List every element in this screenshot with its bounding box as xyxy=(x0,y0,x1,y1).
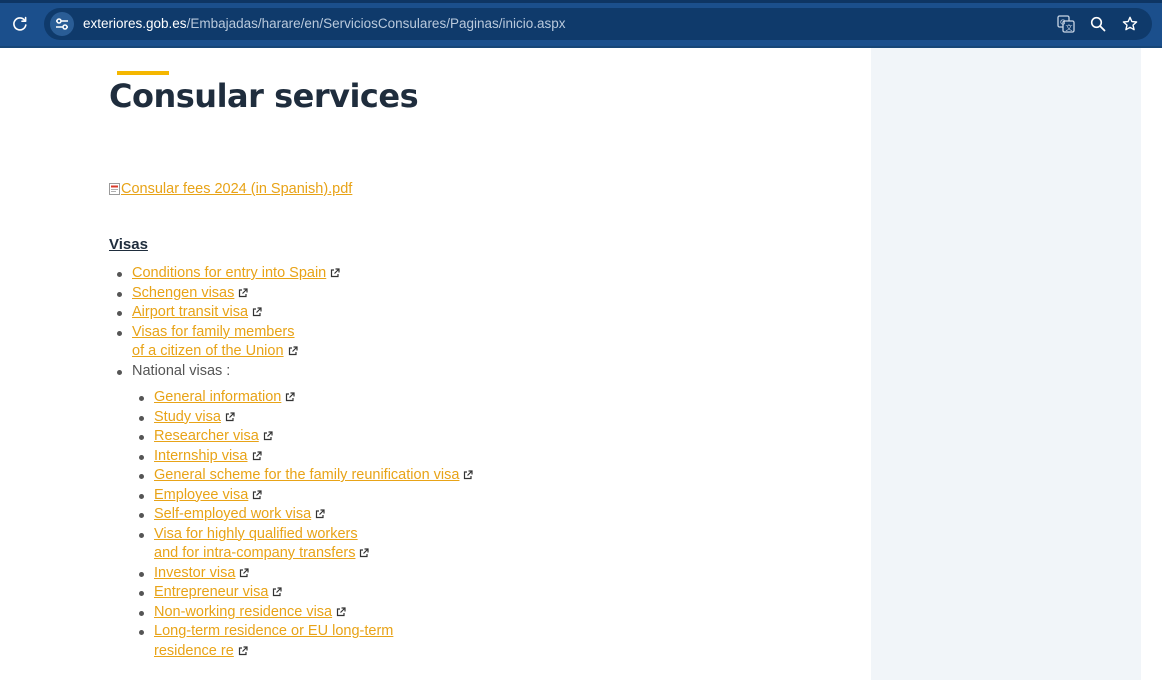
external-link-icon xyxy=(360,548,370,558)
list-item: Internship visa xyxy=(138,447,473,467)
list-item: Visa for highly qualified workers and fo… xyxy=(138,525,473,564)
list-item: National visas : xyxy=(116,362,340,382)
external-link-icon xyxy=(253,489,262,499)
external-link-icon xyxy=(239,287,248,297)
list-item: Entrepreneur visa xyxy=(138,583,473,603)
external-link-icon xyxy=(225,411,235,421)
link-self-employed-work-visa[interactable]: Self-employed work visa xyxy=(154,506,311,522)
list-item: General information xyxy=(138,388,473,408)
url-text[interactable]: exteriores.gob.es/Embajadas/harare/en/Se… xyxy=(83,15,566,33)
consular-fees-row: Consular fees 2024 (in Spanish).pdf xyxy=(109,181,352,197)
link-investor-visa[interactable]: Investor visa xyxy=(154,565,235,581)
pdf-file-icon xyxy=(109,183,120,195)
link-general-information[interactable]: General information xyxy=(154,389,281,405)
list-item: Self-employed work visa xyxy=(138,505,473,525)
link-family-members-visas-line1[interactable]: Visas for family members xyxy=(132,324,295,340)
external-link-icon xyxy=(316,509,325,519)
list-item: Visas for family members of a citizen of… xyxy=(116,323,340,362)
url-path: /Embajadas/harare/en/ServiciosConsulares… xyxy=(186,16,566,31)
link-study-visa[interactable]: Study visa xyxy=(154,409,221,425)
link-long-term-residence-line2[interactable]: residence re xyxy=(154,643,234,659)
external-link-icon xyxy=(464,470,474,480)
link-highly-qualified-visa-line1[interactable]: Visa for highly qualified workers xyxy=(154,526,358,542)
list-item: Airport transit visa xyxy=(116,303,340,323)
url-domain: exteriores.gob.es xyxy=(83,16,187,31)
link-entrepreneur-visa[interactable]: Entrepreneur visa xyxy=(154,584,268,600)
list-item: Investor visa xyxy=(138,564,473,584)
visas-heading: Visas xyxy=(109,236,148,253)
translate-icon: G 文 xyxy=(1057,15,1075,33)
bookmark-button[interactable] xyxy=(1118,12,1142,36)
national-visa-list: General information Study visa Researche… xyxy=(138,388,474,661)
link-highly-qualified-visa-line2[interactable]: and for intra-company transfers xyxy=(154,545,355,561)
address-bar[interactable]: exteriores.gob.es/Embajadas/harare/en/Se… xyxy=(44,8,1152,40)
browser-toolbar: exteriores.gob.es/Embajadas/harare/en/Se… xyxy=(0,0,1162,48)
external-link-icon xyxy=(263,431,273,441)
tune-icon xyxy=(56,18,68,30)
translate-button[interactable]: G 文 xyxy=(1054,12,1078,36)
external-link-icon xyxy=(286,392,295,402)
external-link-icon xyxy=(273,587,283,597)
svg-text:文: 文 xyxy=(1066,23,1073,32)
link-schengen-visas[interactable]: Schengen visas xyxy=(132,285,234,301)
external-link-icon xyxy=(337,606,346,616)
right-sidebar-panel xyxy=(871,48,1141,680)
site-info-button[interactable] xyxy=(50,12,74,36)
zoom-button[interactable] xyxy=(1086,12,1110,36)
link-non-working-residence-visa[interactable]: Non-working residence visa xyxy=(154,604,332,620)
link-airport-transit-visa[interactable]: Airport transit visa xyxy=(132,304,248,320)
reload-button[interactable] xyxy=(8,12,32,36)
consular-fees-pdf-link[interactable]: Consular fees 2024 (in Spanish).pdf xyxy=(121,181,352,197)
list-item: Conditions for entry into Spain xyxy=(116,264,340,284)
link-long-term-residence-line1[interactable]: Long-term residence or EU long-term xyxy=(154,623,393,639)
list-item: Researcher visa xyxy=(138,427,473,447)
reload-icon xyxy=(13,16,27,31)
external-link-icon xyxy=(288,346,298,356)
list-item: Study visa xyxy=(138,408,473,428)
link-researcher-visa[interactable]: Researcher visa xyxy=(154,428,259,444)
link-family-reunification-visa[interactable]: General scheme for the family reunificat… xyxy=(154,467,459,483)
link-conditions-entry-spain[interactable]: Conditions for entry into Spain xyxy=(132,265,326,281)
star-icon xyxy=(1122,16,1138,31)
external-link-icon xyxy=(252,307,262,317)
list-item: Schengen visas xyxy=(116,284,340,304)
external-link-icon xyxy=(331,268,340,278)
page-title: Consular services xyxy=(109,77,419,115)
toolbar-top-edge xyxy=(0,0,1162,3)
page-viewport: Consular services Consular fees 2024 (in… xyxy=(0,48,1162,680)
link-family-members-visas-line2[interactable]: of a citizen of the Union xyxy=(132,343,284,359)
list-item: Long-term residence or EU long-term resi… xyxy=(138,622,473,661)
external-link-icon xyxy=(238,645,248,655)
external-link-icon xyxy=(240,567,250,577)
link-employee-visa[interactable]: Employee visa xyxy=(154,487,248,503)
national-visas-label: National visas : xyxy=(132,362,231,379)
list-item: Employee visa xyxy=(138,486,473,506)
list-item: General scheme for the family reunificat… xyxy=(138,466,474,486)
visa-list: Conditions for entry into Spain Schengen… xyxy=(116,264,340,382)
external-link-icon xyxy=(252,450,262,460)
zoom-icon xyxy=(1090,16,1106,32)
list-item: Non-working residence visa xyxy=(138,603,473,623)
link-internship-visa[interactable]: Internship visa xyxy=(154,448,248,464)
